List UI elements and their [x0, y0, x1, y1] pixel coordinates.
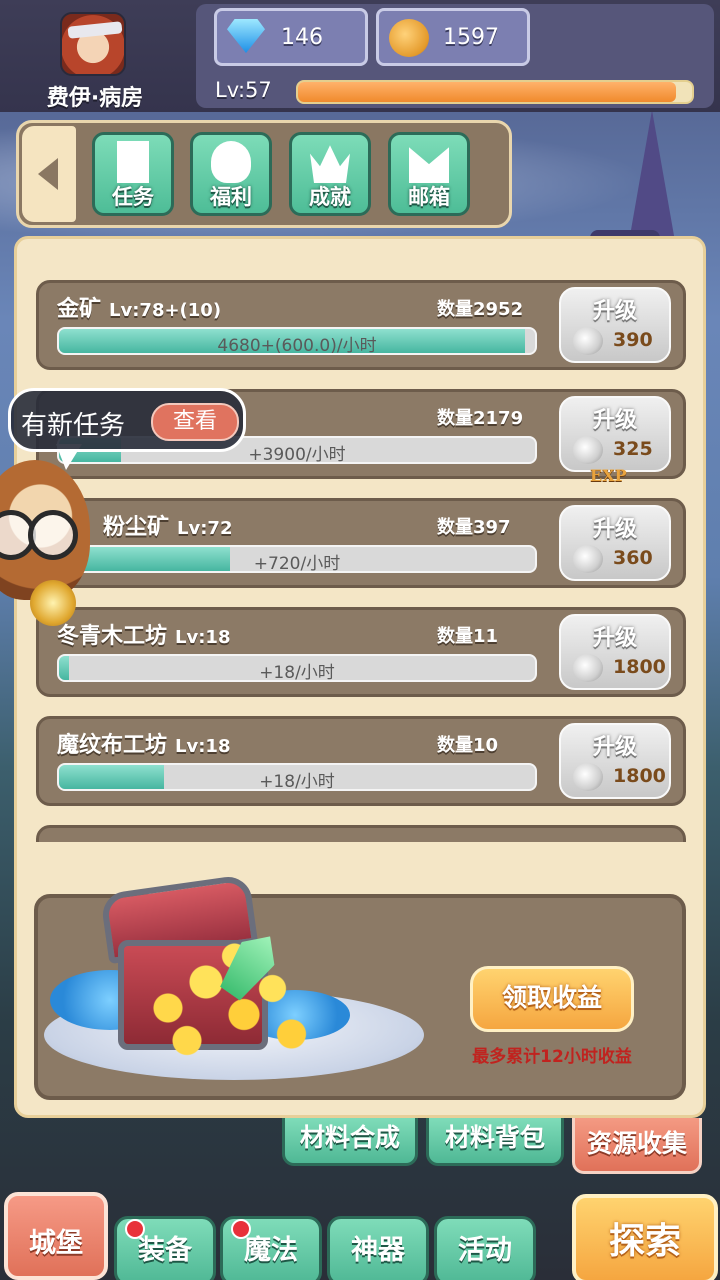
glasses-right-lens	[28, 510, 78, 560]
silver-coin-icon	[573, 654, 603, 682]
silver-coin-icon	[573, 545, 603, 573]
upgrade-cost: 1800	[613, 656, 666, 678]
upgrade-label: 升级	[592, 299, 637, 324]
notification-dot	[125, 1219, 145, 1239]
exp-badge: EXP	[590, 466, 627, 485]
material-backpack-button[interactable]: 材料背包	[426, 1118, 564, 1166]
resource-level: Lv:18	[175, 736, 231, 757]
resource-row-partial	[36, 825, 686, 842]
notification-dot	[231, 1219, 251, 1239]
resource-name: 冬青木工坊	[57, 624, 168, 649]
upgrade-label: 升级	[592, 735, 637, 760]
treasure-chest-image	[40, 873, 424, 1090]
gem-amount: 146	[281, 25, 323, 50]
resource-list[interactable]: 金矿 Lv:78+(10) 数量2952 4680+(600.0)/小时 升级 3…	[14, 236, 706, 842]
resource-quantity: 数量397	[437, 517, 511, 538]
menu-welfare-button[interactable]: 福利	[190, 132, 272, 216]
player-name: 费伊·病房	[46, 86, 144, 111]
nav-equipment-label: 装备	[138, 1235, 192, 1266]
resource-rate: +18/小时	[259, 663, 335, 682]
nav-equipment-button[interactable]: 装备	[114, 1216, 216, 1280]
mail-envelope-icon	[409, 147, 449, 183]
nav-magic-label: 魔法	[244, 1235, 298, 1266]
resource-level: Lv:18	[175, 627, 231, 648]
silver-coin-icon	[573, 763, 603, 791]
upgrade-label: 升级	[592, 626, 637, 651]
resource-progress-bar: +18/小时	[57, 654, 537, 682]
new-quest-bubble[interactable]: 有新任务 查看	[8, 388, 246, 452]
resource-name: 魔纹布工坊	[57, 733, 168, 758]
exp-progress-fill	[298, 82, 677, 102]
resource-progress-bar: +18/小时	[57, 763, 537, 791]
menu-mail-button[interactable]: 邮箱	[388, 132, 470, 216]
upgrade-button[interactable]: 升级 325	[559, 396, 671, 472]
silver-coin-icon	[573, 436, 603, 464]
quest-scroll-icon	[117, 141, 149, 183]
menu-achievement-label: 成就	[309, 185, 351, 209]
upgrade-label: 升级	[592, 517, 637, 542]
menu-quest-label: 任务	[112, 185, 154, 209]
upgrade-button[interactable]: 升级 390	[559, 287, 671, 363]
nav-event-label: 活动	[458, 1235, 512, 1266]
nav-event-button[interactable]: 活动	[434, 1216, 536, 1280]
owl-guide-character[interactable]	[0, 450, 110, 626]
arrow-left-icon	[38, 158, 58, 190]
menu-quest-button[interactable]: 任务	[92, 132, 174, 216]
new-quest-text: 有新任务	[21, 411, 126, 441]
resource-level: Lv:78+(10)	[109, 300, 222, 321]
resource-collect-button[interactable]: 资源收集	[572, 1118, 702, 1174]
nav-artifact-label: 神器	[351, 1235, 405, 1266]
gold-counter[interactable]: 1597	[376, 8, 530, 66]
resource-rate: 4680+(600.0)/小时	[217, 336, 377, 355]
diamond-icon	[227, 19, 265, 55]
upgrade-cost: 360	[613, 547, 653, 569]
magic-staff-orb	[30, 580, 76, 626]
silver-coin-icon	[573, 327, 603, 355]
resource-quantity: 数量2179	[437, 408, 524, 429]
upgrade-cost: 390	[613, 329, 653, 351]
menu-mail-label: 邮箱	[408, 185, 450, 209]
nav-artifact-button[interactable]: 神器	[327, 1216, 429, 1280]
upgrade-cost: 1800	[613, 765, 666, 787]
claim-rewards-button[interactable]: 领取收益	[470, 966, 634, 1032]
claim-limit-note: 最多累计12小时收益	[472, 1047, 632, 1067]
exp-progress-bar	[296, 80, 694, 104]
upgrade-label: 升级	[592, 408, 637, 433]
achievement-crown-icon	[310, 145, 350, 183]
collapse-menu-button[interactable]	[22, 126, 76, 222]
resource-rate: +720/小时	[253, 554, 341, 573]
upgrade-button[interactable]: 升级 1800	[559, 614, 671, 690]
material-synthesis-button[interactable]: 材料合成	[282, 1118, 418, 1166]
upgrade-button[interactable]: 升级 360	[559, 505, 671, 581]
nav-magic-button[interactable]: 魔法	[220, 1216, 322, 1280]
resource-quantity: 数量2952	[437, 299, 524, 320]
upgrade-button[interactable]: 升级 1800	[559, 723, 671, 799]
resource-row: 粉尘矿 Lv:72 数量397 +720/小时 升级 360	[36, 498, 686, 588]
gem-counter[interactable]: 146	[214, 8, 368, 66]
gold-coin-icon	[389, 19, 429, 57]
resource-name: 粉尘矿	[103, 515, 170, 540]
menu-welfare-label: 福利	[210, 185, 252, 209]
view-quest-button[interactable]: 查看	[151, 403, 239, 441]
resource-row: 金矿 Lv:78+(10) 数量2952 4680+(600.0)/小时 升级 3…	[36, 280, 686, 370]
nav-explore-button[interactable]: 探索	[572, 1194, 718, 1280]
resource-rate: +18/小时	[259, 772, 335, 791]
resource-level: Lv:72	[177, 518, 233, 539]
resource-progress-bar: 4680+(600.0)/小时	[57, 327, 537, 355]
player-avatar[interactable]	[60, 12, 126, 76]
resource-progress-bar: +720/小时	[57, 545, 537, 573]
resource-row: 冬青木工坊 Lv:18 数量11 +18/小时 升级 1800	[36, 607, 686, 697]
resource-quantity: 数量11	[437, 626, 499, 647]
menu-achievement-button[interactable]: 成就	[289, 132, 371, 216]
gold-amount: 1597	[443, 25, 499, 50]
resource-name: 金矿	[57, 297, 102, 322]
upgrade-cost: 325	[613, 438, 653, 460]
resource-quantity: 数量10	[437, 735, 499, 756]
resource-row: 魔纹布工坊 Lv:18 数量10 +18/小时 升级 1800	[36, 716, 686, 806]
nav-castle-button[interactable]: 城堡	[4, 1192, 108, 1280]
welfare-person-icon	[211, 141, 251, 183]
player-level: Lv:57	[215, 78, 272, 102]
